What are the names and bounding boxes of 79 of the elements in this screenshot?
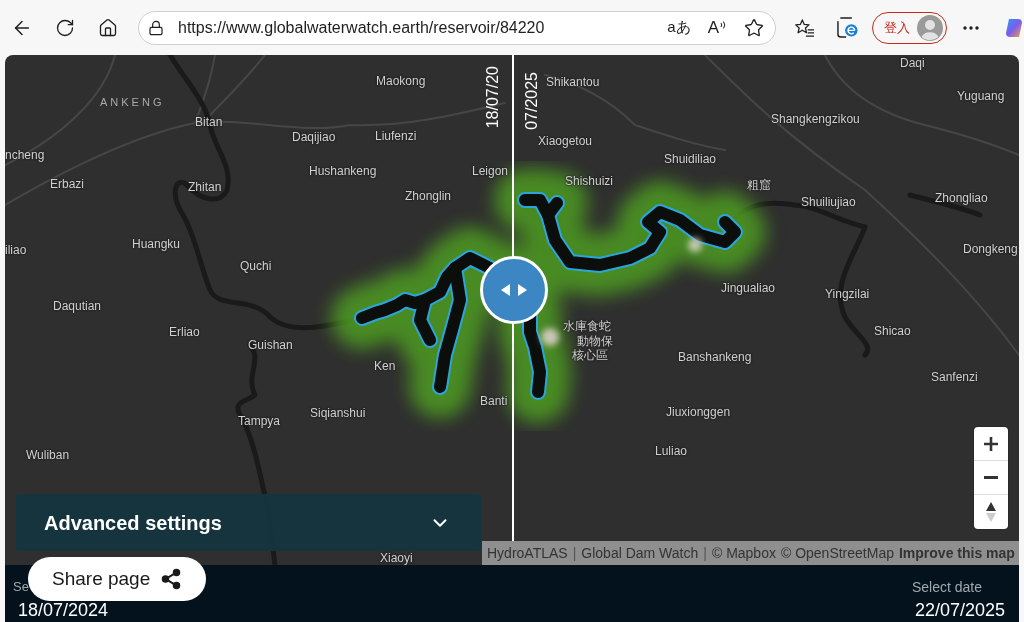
map-place-label: Ken <box>374 359 396 373</box>
date-value[interactable]: 18/07/2024 <box>18 600 109 621</box>
star-icon <box>744 17 764 38</box>
attribution-separator: | <box>703 543 707 563</box>
map-place-label: 核心區 <box>572 348 608 362</box>
refresh-icon <box>55 17 75 38</box>
map-place-label: Daqi <box>900 56 925 70</box>
read-aloud-button[interactable]: A <box>702 13 732 42</box>
compass-icon <box>986 502 996 522</box>
date-label: Se <box>13 579 29 595</box>
sound-waves-icon <box>720 19 727 30</box>
map-place-label: Zhonglin <box>405 189 452 203</box>
avatar-icon <box>917 14 943 41</box>
map-place-label: Guishan <box>248 338 293 352</box>
attribution-link[interactable]: © OpenStreetMap <box>780 542 894 564</box>
attribution-link[interactable]: HydroATLAS <box>487 542 568 564</box>
triangle-right-icon <box>518 284 527 296</box>
map-place-label: Shangkengzikou <box>771 112 860 126</box>
map-place-label: Xiaoyi <box>380 551 413 565</box>
minus-icon <box>984 476 998 479</box>
app-logo-icon <box>1004 17 1024 38</box>
map-place-label: Daqijiao <box>292 130 336 144</box>
map-place-label: Huangku <box>132 237 181 251</box>
map-place-label: Jiuxionggen <box>666 405 731 419</box>
map-place-label: Shicao <box>874 324 911 338</box>
map-place-label: Maokong <box>376 74 426 88</box>
date-value[interactable]: 22/07/2025 <box>914 600 1005 621</box>
map-place-label: 動物保 <box>577 334 613 348</box>
map-place-label: Zhitan <box>188 180 222 194</box>
map-background[interactable] <box>5 55 1019 565</box>
compare-date-label: 07/2025 <box>523 72 541 130</box>
map-place-label: Siqianshui <box>310 406 366 420</box>
attribution-link[interactable]: © Mapbox <box>711 542 776 564</box>
map-place-label: Sanfenzi <box>931 370 978 384</box>
map-place-label: Bitan <box>195 115 223 129</box>
map-place-label: Yingzilai <box>825 287 870 301</box>
map-place-label: Shuidiliao <box>664 152 717 166</box>
map-place-label: Liufenzi <box>375 129 417 143</box>
share-icon <box>160 568 182 590</box>
map-place-label: Quchi <box>240 259 272 273</box>
attribution-separator: | <box>572 543 577 563</box>
map-place-label: Zhongliao <box>935 191 988 205</box>
map-place-label: Banti <box>480 394 508 408</box>
improve-map-link[interactable]: Improve this map <box>899 542 1015 564</box>
map-place-label: Luliao <box>655 444 688 458</box>
map-place-label: Shuiliujiao <box>801 195 856 209</box>
triangle-left-icon <box>501 284 510 296</box>
map-place-label: 粗窟 <box>747 178 771 192</box>
map-place-label: iliao <box>5 243 27 257</box>
map-place-label: Erliao <box>169 325 200 339</box>
map-place-label: Tampya <box>238 414 281 428</box>
star-list-icon <box>795 18 815 37</box>
advanced-settings-toggle[interactable]: Advanced settings <box>16 494 481 551</box>
plus-icon <box>984 436 998 451</box>
map-place-label: Jingualiao <box>721 281 776 295</box>
collections-icon <box>836 17 858 38</box>
date-label: Select date <box>911 579 982 595</box>
share-page-button[interactable]: Share page <box>28 557 206 601</box>
map-place-label: Shishuizi <box>565 174 614 188</box>
translate-button[interactable]: aあ <box>664 13 694 42</box>
map-place-label: ncheng <box>5 148 45 162</box>
compare-date-label: 18/07/20 <box>484 65 502 128</box>
map-place-label: Banshankeng <box>678 350 752 364</box>
map-district-label: ANKENG <box>100 96 165 109</box>
url-field[interactable]: https://www.globalwaterwatch.earth/reservoir/84220 <box>178 15 664 40</box>
map-place-label: Yuguang <box>957 89 1005 103</box>
attribution-link[interactable]: Global Dam Watch <box>581 542 699 564</box>
map-place-label: Hushankeng <box>309 164 377 178</box>
map-place-label: Leigon <box>472 164 509 178</box>
map-place-label: Erbazi <box>50 177 84 191</box>
home-icon <box>98 17 118 38</box>
map-place-label: Wuliban <box>26 448 70 462</box>
map-place-label: 水庫食蛇 <box>563 319 611 333</box>
more-icon <box>963 25 979 30</box>
map-place-label: Shikantou <box>546 75 600 89</box>
map-place-label: Daqutian <box>53 299 102 313</box>
map-place-label: Xiaogetou <box>538 134 593 148</box>
map-place-label: Dongkeng <box>963 242 1018 256</box>
lock-icon <box>148 19 164 36</box>
